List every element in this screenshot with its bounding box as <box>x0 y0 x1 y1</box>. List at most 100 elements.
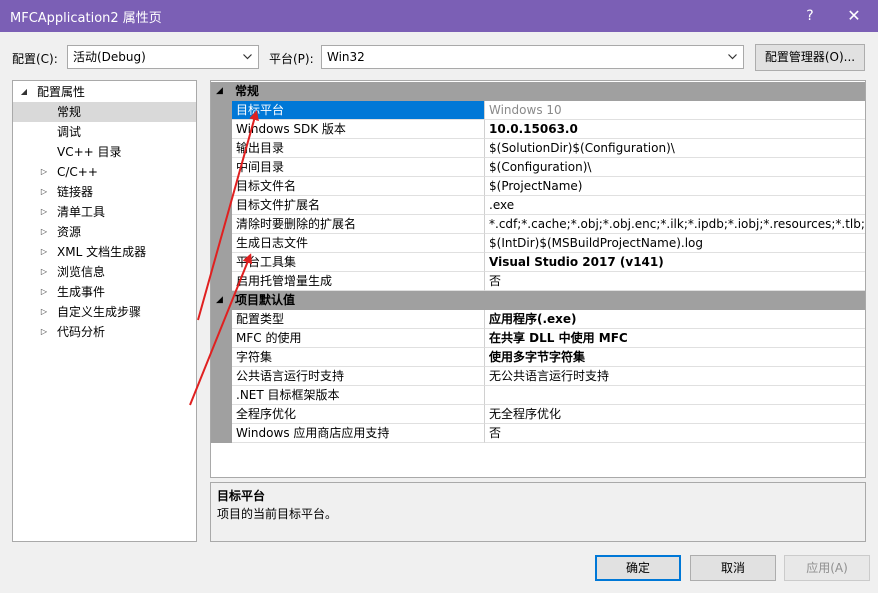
property-row[interactable]: Windows SDK 版本 10.0.15063.0 <box>211 120 865 139</box>
property-name: 输出目录 <box>232 139 485 158</box>
tree-item-label: VC++ 目录 <box>57 145 122 159</box>
property-row[interactable]: Windows 应用商店应用支持 否 <box>211 424 865 443</box>
collapse-icon[interactable]: ◢ <box>216 82 223 101</box>
property-row[interactable]: 全程序优化 无全程序优化 <box>211 405 865 424</box>
property-value[interactable]: 应用程序(.exe) <box>485 310 865 329</box>
tree-item-linker[interactable]: ▷ 链接器 <box>13 182 196 202</box>
tree-item-label: 代码分析 <box>57 325 106 339</box>
property-value[interactable]: 无全程序优化 <box>485 405 865 424</box>
property-row[interactable]: 平台工具集 Visual Studio 2017 (v141) <box>211 253 865 272</box>
property-tree: ◢ 配置属性 常规 调试 VC++ 目录 ▷ C/C++ ▷ 链接器 ▷ 清单工… <box>12 80 197 542</box>
expand-icon[interactable]: ▷ <box>39 262 49 282</box>
property-row[interactable]: 目标文件扩展名 .exe <box>211 196 865 215</box>
expand-icon[interactable]: ▷ <box>39 302 49 322</box>
property-row[interactable]: 中间目录 $(Configuration)\ <box>211 158 865 177</box>
tree-item-build-events[interactable]: ▷ 生成事件 <box>13 282 196 302</box>
expand-icon[interactable]: ▷ <box>39 182 49 202</box>
chevron-down-icon <box>243 54 252 60</box>
row-gutter <box>211 139 232 158</box>
property-row[interactable]: 公共语言运行时支持 无公共语言运行时支持 <box>211 367 865 386</box>
tree-item-code-analysis[interactable]: ▷ 代码分析 <box>13 322 196 342</box>
tree-item-browse-info[interactable]: ▷ 浏览信息 <box>13 262 196 282</box>
property-row[interactable]: 生成日志文件 $(IntDir)$(MSBuildProjectName).lo… <box>211 234 865 253</box>
property-value[interactable]: $(IntDir)$(MSBuildProjectName).log <box>485 234 865 253</box>
property-value[interactable]: 否 <box>485 424 865 443</box>
property-value[interactable]: 无公共语言运行时支持 <box>485 367 865 386</box>
property-value[interactable]: .exe <box>485 196 865 215</box>
category-general[interactable]: ◢ 常规 <box>211 82 865 101</box>
ok-button[interactable]: 确定 <box>595 555 681 581</box>
property-name: 目标文件扩展名 <box>232 196 485 215</box>
title-bar: MFCApplication2 属性页 ? ✕ <box>0 0 878 32</box>
property-row[interactable]: 清除时要删除的扩展名 *.cdf;*.cache;*.obj;*.obj.enc… <box>211 215 865 234</box>
row-gutter <box>211 101 232 120</box>
tree-item-label: C/C++ <box>57 165 98 179</box>
property-value[interactable]: 否 <box>485 272 865 291</box>
expand-icon[interactable]: ▷ <box>39 282 49 302</box>
property-row[interactable]: 目标平台 Windows 10 <box>211 101 865 120</box>
property-row[interactable]: 输出目录 $(SolutionDir)$(Configuration)\ <box>211 139 865 158</box>
expand-icon[interactable]: ▷ <box>39 222 49 242</box>
tree-item-config-properties[interactable]: ◢ 配置属性 <box>13 82 196 102</box>
tree-item-label: 清单工具 <box>57 205 106 219</box>
tree-item-general[interactable]: 常规 <box>13 102 196 122</box>
property-row[interactable]: 字符集 使用多字节字符集 <box>211 348 865 367</box>
cancel-button[interactable]: 取消 <box>690 555 776 581</box>
property-name: 全程序优化 <box>232 405 485 424</box>
property-value[interactable]: 使用多字节字符集 <box>485 348 865 367</box>
tree-item-label: 配置属性 <box>37 85 86 99</box>
property-row[interactable]: 目标文件名 $(ProjectName) <box>211 177 865 196</box>
property-row[interactable]: .NET 目标框架版本 <box>211 386 865 405</box>
apply-button[interactable]: 应用(A) <box>784 555 870 581</box>
row-gutter <box>211 367 232 386</box>
property-value[interactable]: 10.0.15063.0 <box>485 120 865 139</box>
collapse-icon[interactable]: ◢ <box>19 82 29 102</box>
row-gutter <box>211 196 232 215</box>
property-value[interactable]: 在共享 DLL 中使用 MFC <box>485 329 865 348</box>
property-value[interactable]: Visual Studio 2017 (v141) <box>485 253 865 272</box>
property-name: 目标平台 <box>232 101 485 120</box>
configuration-manager-button[interactable]: 配置管理器(O)... <box>755 44 865 71</box>
platform-select[interactable]: Win32 <box>321 45 744 69</box>
category-project-defaults[interactable]: ◢ 项目默认值 <box>211 291 865 310</box>
expand-icon[interactable]: ▷ <box>39 162 49 182</box>
row-gutter <box>211 405 232 424</box>
tree-item-xml-doc-generator[interactable]: ▷ XML 文档生成器 <box>13 242 196 262</box>
expand-icon[interactable]: ▷ <box>39 322 49 342</box>
row-gutter <box>211 329 232 348</box>
property-row[interactable]: 配置类型 应用程序(.exe) <box>211 310 865 329</box>
expand-icon[interactable]: ▷ <box>39 202 49 222</box>
category-title: 常规 <box>235 84 260 98</box>
tree-item-label: 资源 <box>57 225 82 239</box>
configuration-select[interactable]: 活动(Debug) <box>67 45 259 69</box>
property-row[interactable]: MFC 的使用 在共享 DLL 中使用 MFC <box>211 329 865 348</box>
category-title: 项目默认值 <box>235 293 296 307</box>
tree-item-c-cpp[interactable]: ▷ C/C++ <box>13 162 196 182</box>
property-name: Windows SDK 版本 <box>232 120 485 139</box>
property-value[interactable]: $(Configuration)\ <box>485 158 865 177</box>
tree-item-manifest-tool[interactable]: ▷ 清单工具 <box>13 202 196 222</box>
row-gutter <box>211 215 232 234</box>
tree-item-label: 常规 <box>57 105 82 119</box>
property-name: Windows 应用商店应用支持 <box>232 424 485 443</box>
tree-item-label: 自定义生成步骤 <box>57 305 142 319</box>
property-row[interactable]: 启用托管增量生成 否 <box>211 272 865 291</box>
tree-item-debugging[interactable]: 调试 <box>13 122 196 142</box>
row-gutter <box>211 348 232 367</box>
close-button[interactable]: ✕ <box>834 0 874 32</box>
row-gutter <box>211 177 232 196</box>
expand-icon[interactable]: ▷ <box>39 242 49 262</box>
property-value[interactable]: $(SolutionDir)$(Configuration)\ <box>485 139 865 158</box>
property-value[interactable]: *.cdf;*.cache;*.obj;*.obj.enc;*.ilk;*.ip… <box>485 215 865 234</box>
property-value[interactable]: Windows 10 <box>485 101 865 120</box>
row-gutter <box>211 158 232 177</box>
tree-item-label: 生成事件 <box>57 285 106 299</box>
tree-item-resources[interactable]: ▷ 资源 <box>13 222 196 242</box>
collapse-icon[interactable]: ◢ <box>216 291 223 310</box>
property-name: MFC 的使用 <box>232 329 485 348</box>
property-value[interactable] <box>485 386 865 405</box>
help-button[interactable]: ? <box>790 0 830 32</box>
tree-item-custom-build-step[interactable]: ▷ 自定义生成步骤 <box>13 302 196 322</box>
tree-item-vc-directories[interactable]: VC++ 目录 <box>13 142 196 162</box>
property-value[interactable]: $(ProjectName) <box>485 177 865 196</box>
